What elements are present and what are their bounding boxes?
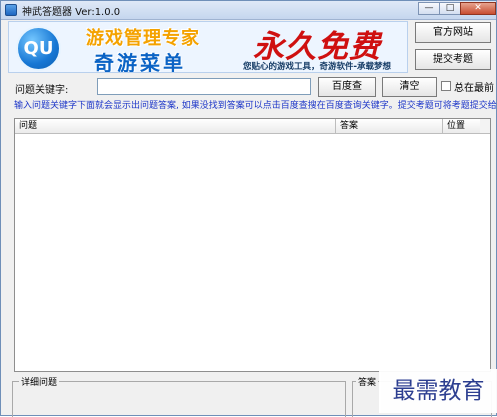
- clear-button[interactable]: 清空: [382, 77, 437, 97]
- instruction-text: 输入问题关键字下面就会显示出问题答案, 如果没找到答案可以点击百度查搜在百度查询…: [14, 101, 497, 111]
- column-answer[interactable]: 答案: [336, 119, 443, 133]
- title-bar: 神武答题器 Ver:1.0.0 — □ ✕: [1, 1, 496, 20]
- minimize-icon[interactable]: —: [418, 2, 440, 15]
- detail-question-label: 详细问题: [19, 375, 60, 388]
- app-icon: [5, 4, 17, 16]
- answer-label: 答案: [356, 375, 379, 388]
- submit-question-button[interactable]: 提交考题: [415, 49, 491, 70]
- column-position[interactable]: 位置: [443, 119, 482, 133]
- official-site-button[interactable]: 官方网站: [415, 22, 491, 43]
- maximize-icon[interactable]: □: [439, 2, 461, 15]
- always-on-top-checkbox[interactable]: [441, 81, 451, 91]
- window-title: 神武答题器 Ver:1.0.0: [22, 7, 121, 18]
- logo-icon: QU: [16, 26, 61, 71]
- detail-question-panel: 详细问题: [12, 375, 346, 417]
- results-table[interactable]: 问题 答案 位置: [14, 118, 491, 372]
- brand-tagline-bottom: 奇游菜单: [94, 51, 186, 73]
- search-label: 问题关键字:: [15, 85, 69, 96]
- always-on-top-label[interactable]: 总在最前: [454, 79, 494, 94]
- column-question[interactable]: 问题: [15, 119, 336, 133]
- watermark: 最需教育: [379, 369, 497, 413]
- search-input[interactable]: [97, 78, 311, 95]
- header-scroll-gap: [480, 119, 490, 133]
- banner-slogan: 您贴心的游戏工具，奇游软件-承载梦想: [243, 62, 392, 72]
- promo-banner: QU 游戏管理专家 奇游菜单 永久免费 您贴心的游戏工具，奇游软件-承载梦想: [8, 21, 408, 73]
- close-icon[interactable]: ✕: [460, 2, 496, 15]
- results-table-header: 问题 答案 位置: [15, 119, 490, 134]
- app-window: 神武答题器 Ver:1.0.0 — □ ✕ QU 游戏管理专家 奇游菜单 永久免…: [0, 0, 497, 417]
- baidu-search-button[interactable]: 百度查: [318, 77, 376, 97]
